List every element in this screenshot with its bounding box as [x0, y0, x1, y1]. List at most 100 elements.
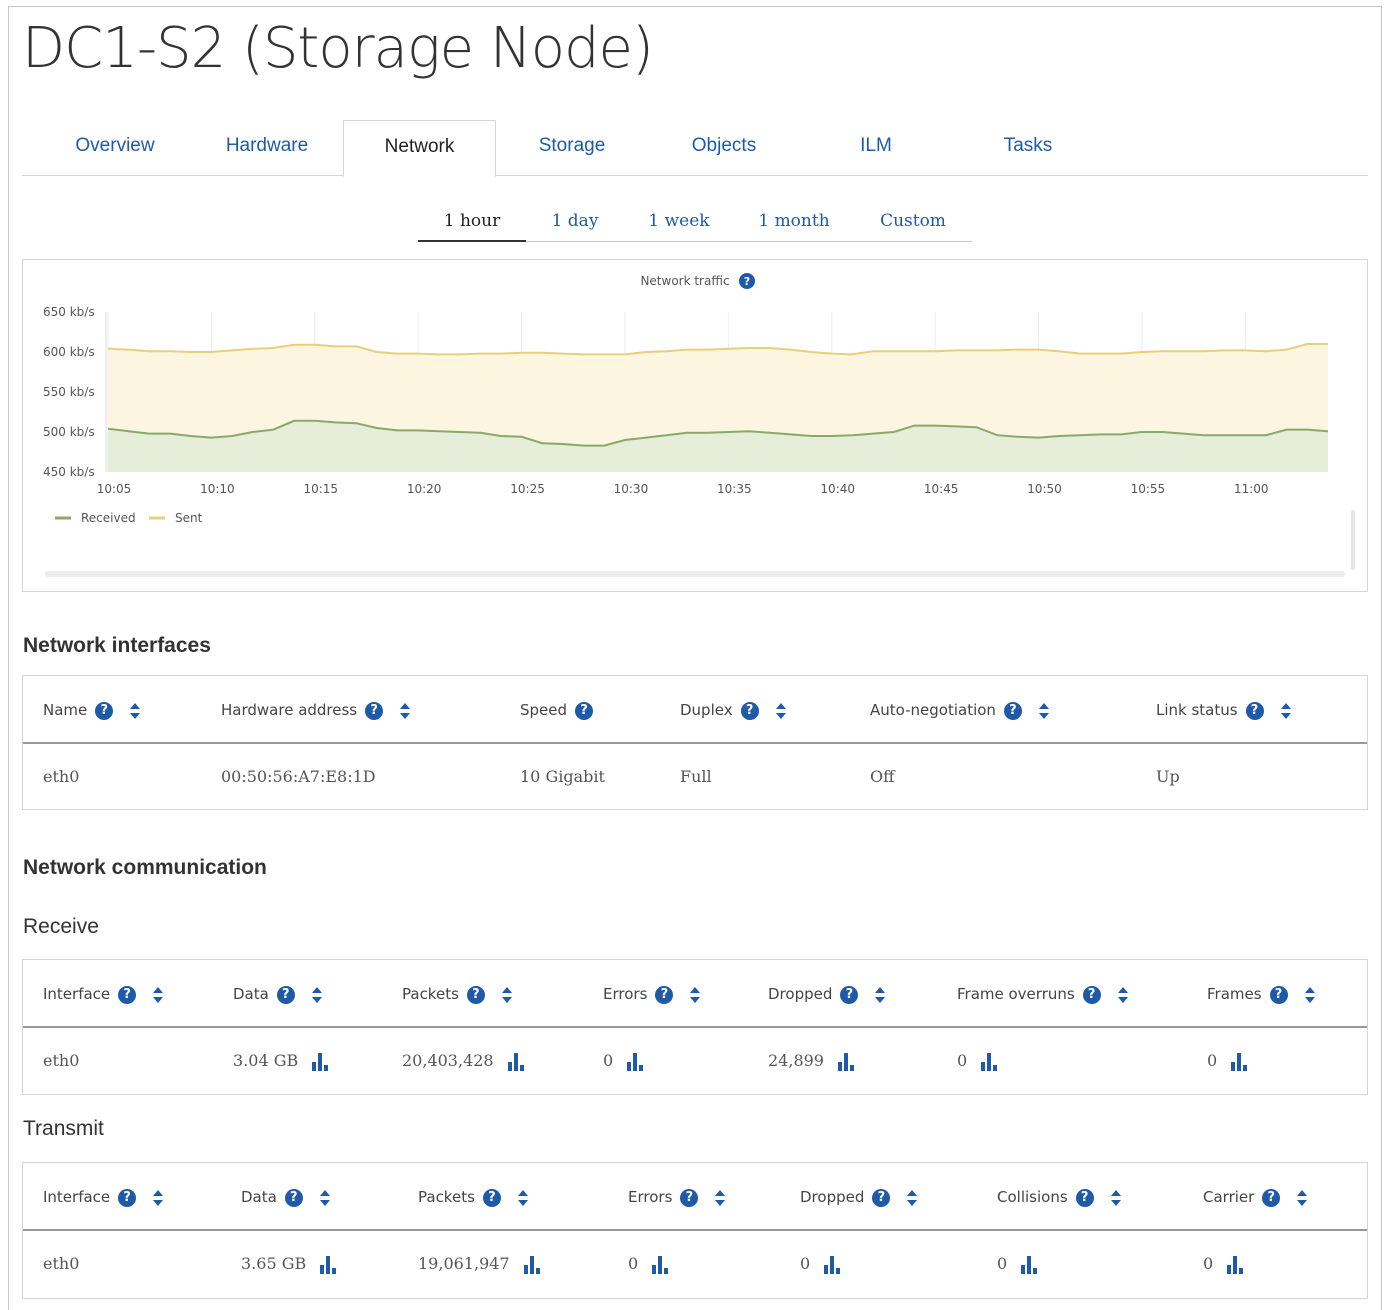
help-icon[interactable]: ?: [740, 701, 759, 720]
sort-icon[interactable]: [517, 1189, 529, 1207]
sort-icon[interactable]: [714, 1189, 726, 1207]
column-header-hardware-address[interactable]: Hardware address?: [221, 676, 411, 744]
bar-chart-icon[interactable]: [1231, 1052, 1249, 1071]
receive-title: Receive: [23, 915, 99, 938]
column-header-label: Errors: [628, 1188, 673, 1206]
tab-hardware[interactable]: Hardware: [190, 120, 344, 176]
cell-link-status: Up: [1156, 744, 1180, 810]
help-icon[interactable]: ?: [840, 985, 859, 1004]
bar-chart-icon[interactable]: [824, 1255, 842, 1274]
help-icon[interactable]: ?: [655, 985, 674, 1004]
sort-icon[interactable]: [689, 986, 701, 1004]
bar-chart-icon[interactable]: [320, 1255, 338, 1274]
bar-chart-icon[interactable]: [1227, 1255, 1245, 1274]
column-header-frame-overruns[interactable]: Frame overruns?: [957, 960, 1129, 1028]
table-header-row: Interface? Data? Packets? Errors? Dropped? Fr…: [23, 960, 1367, 1028]
column-header-dropped[interactable]: Dropped?: [768, 960, 886, 1028]
bar-chart-icon[interactable]: [981, 1052, 999, 1071]
sort-icon[interactable]: [152, 1189, 164, 1207]
help-icon[interactable]: ?: [1075, 1188, 1094, 1207]
column-header-errors[interactable]: Errors?: [628, 1163, 726, 1231]
bar-chart-icon[interactable]: [837, 1052, 856, 1071]
help-icon[interactable]: ?: [1082, 985, 1101, 1004]
help-icon[interactable]: ?: [95, 701, 114, 720]
chart-title: Network traffic: [640, 274, 729, 288]
help-icon[interactable]: ?: [118, 1188, 137, 1207]
sort-icon[interactable]: [1117, 986, 1129, 1004]
bar-chart-icon-bar: [312, 1061, 317, 1071]
help-icon[interactable]: ?: [575, 701, 594, 720]
sort-icon[interactable]: [1304, 986, 1316, 1004]
column-header-packets[interactable]: Packets?: [402, 960, 513, 1028]
sort-icon[interactable]: [129, 702, 141, 720]
column-header-interface[interactable]: Interface?: [43, 1163, 164, 1231]
column-header-interface[interactable]: Interface?: [43, 960, 164, 1028]
help-icon[interactable]: ?: [1269, 985, 1288, 1004]
bar-chart-icon[interactable]: [312, 1052, 330, 1071]
chart-horizontal-scrollbar[interactable]: [45, 571, 1345, 577]
sort-icon[interactable]: [152, 986, 164, 1004]
tab-network[interactable]: Network: [343, 120, 496, 177]
column-header-speed[interactable]: Speed?: [520, 676, 594, 744]
help-icon[interactable]: ?: [1003, 701, 1022, 720]
help-icon[interactable]: ?: [482, 1188, 501, 1207]
sort-icon[interactable]: [319, 1189, 331, 1207]
column-header-auto-negotiation[interactable]: Auto-negotiation?: [870, 676, 1050, 744]
sort-icon[interactable]: [906, 1189, 918, 1207]
column-header-duplex[interactable]: Duplex?: [680, 676, 787, 744]
period-custom[interactable]: Custom: [854, 202, 972, 242]
period-1-week[interactable]: 1 week: [624, 202, 734, 242]
period-1-month[interactable]: 1 month: [734, 202, 854, 242]
help-icon[interactable]: ?: [118, 985, 137, 1004]
column-header-packets[interactable]: Packets?: [418, 1163, 529, 1231]
sort-icon[interactable]: [874, 986, 886, 1004]
tab-storage[interactable]: Storage: [496, 120, 648, 176]
column-header-data[interactable]: Data?: [241, 1163, 331, 1231]
help-icon[interactable]: ?: [1245, 701, 1264, 720]
help-icon[interactable]: ?: [872, 1188, 891, 1207]
sort-icon[interactable]: [501, 986, 513, 1004]
help-icon[interactable]: ?: [1262, 1188, 1281, 1207]
bar-chart-icon-bar: [519, 1064, 524, 1071]
column-header-name[interactable]: Name?: [43, 676, 141, 744]
chart-vertical-scrollbar[interactable]: [1351, 510, 1355, 570]
sort-icon[interactable]: [1296, 1189, 1308, 1207]
bar-chart-icon[interactable]: [652, 1255, 670, 1274]
sort-icon[interactable]: [311, 986, 323, 1004]
bar-chart-icon-bar: [535, 1267, 540, 1274]
help-icon[interactable]: ?: [680, 1188, 699, 1207]
sort-icon[interactable]: [1280, 702, 1292, 720]
cell-speed: 10 Gigabit: [520, 744, 605, 810]
bar-chart-icon[interactable]: [523, 1255, 542, 1274]
bar-chart-icon[interactable]: [1021, 1255, 1039, 1274]
sort-icon[interactable]: [399, 702, 411, 720]
column-header-frames[interactable]: Frames?: [1207, 960, 1316, 1028]
bar-chart-icon-bar: [523, 1264, 528, 1274]
column-header-errors[interactable]: Errors?: [603, 960, 701, 1028]
column-header-label: Interface: [43, 985, 111, 1003]
period-1-day[interactable]: 1 day: [526, 202, 624, 242]
tab-objects[interactable]: Objects: [648, 120, 800, 176]
tab-ilm[interactable]: ILM: [800, 120, 952, 176]
help-icon[interactable]: ?: [276, 985, 295, 1004]
column-header-data[interactable]: Data?: [233, 960, 323, 1028]
tab-overview[interactable]: Overview: [22, 120, 208, 176]
sort-icon[interactable]: [775, 702, 787, 720]
bar-chart-icon[interactable]: [507, 1052, 526, 1071]
table-header-row: Interface? Data? Packets? Errors? Dropped? Co…: [23, 1163, 1367, 1231]
column-header-collisions[interactable]: Collisions?: [997, 1163, 1122, 1231]
column-header-link-status[interactable]: Link status?: [1156, 676, 1292, 744]
help-icon[interactable]: ?: [284, 1188, 303, 1207]
bar-chart-icon[interactable]: [627, 1052, 645, 1071]
column-header-dropped[interactable]: Dropped?: [800, 1163, 918, 1231]
sort-icon[interactable]: [1110, 1189, 1122, 1207]
help-icon[interactable]: ?: [466, 985, 485, 1004]
help-icon[interactable]: ?: [365, 701, 384, 720]
column-header-label: Data: [233, 985, 269, 1003]
column-header-carrier[interactable]: Carrier?: [1203, 1163, 1308, 1231]
sort-icon[interactable]: [1038, 702, 1050, 720]
x-tick-label: 10:40: [820, 482, 855, 496]
cell-value: Full: [680, 767, 712, 786]
period-1-hour[interactable]: 1 hour: [418, 202, 526, 242]
tab-tasks[interactable]: Tasks: [952, 120, 1104, 176]
